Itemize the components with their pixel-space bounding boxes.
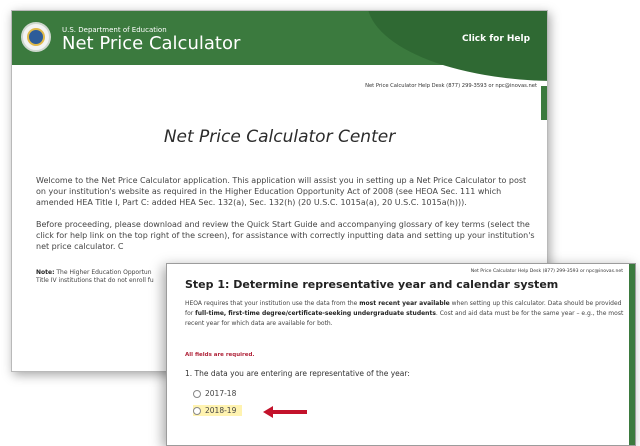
radio-button[interactable] xyxy=(193,406,201,415)
desc-text: HEOA requires that your institution use … xyxy=(185,300,360,307)
red-arrow-icon xyxy=(263,406,307,418)
option-label: 2017-18 xyxy=(205,389,237,398)
app-header: U.S. Department of Education Net Price C… xyxy=(12,11,547,81)
desc-bold: most recent year available xyxy=(359,300,450,307)
note-text: The Higher Education Opportun xyxy=(54,269,152,276)
app-title: Net Price Calculator xyxy=(62,33,241,54)
desc-bold: full-time, first-time degree/certificate… xyxy=(195,310,436,317)
welcome-paragraph: Welcome to the Net Price Calculator appl… xyxy=(36,176,527,207)
required-note: All fields are required. xyxy=(185,352,255,358)
radio-button[interactable] xyxy=(193,389,201,398)
year-question: 1. The data you are entering are represe… xyxy=(185,369,410,378)
helpdesk-info: Net Price Calculator Help Desk (877) 299… xyxy=(470,269,623,274)
page-title: Net Price Calculator Center xyxy=(163,127,396,147)
step-description: HEOA requires that your institution use … xyxy=(185,299,625,329)
note-label: Note: xyxy=(36,269,55,276)
note-text-line2: Title IV institutions that do not enroll… xyxy=(36,277,154,284)
instructions-paragraph: Before proceeding, please download and r… xyxy=(36,220,535,251)
step-title: Step 1: Determine representative year an… xyxy=(185,278,559,291)
year-option-2017-18[interactable]: 2017-18 xyxy=(193,389,236,398)
side-stripe xyxy=(541,86,547,120)
step1-window: Net Price Calculator Help Desk (877) 299… xyxy=(166,263,636,446)
help-link[interactable]: Click for Help xyxy=(462,34,530,44)
side-stripe xyxy=(629,264,635,445)
option-label: 2018-19 xyxy=(205,406,237,415)
department-seal-icon xyxy=(21,22,51,52)
year-option-2018-19[interactable]: 2018-19 xyxy=(193,405,243,416)
header-decoration xyxy=(367,11,547,81)
helpdesk-info: Net Price Calculator Help Desk (877) 299… xyxy=(365,83,537,89)
